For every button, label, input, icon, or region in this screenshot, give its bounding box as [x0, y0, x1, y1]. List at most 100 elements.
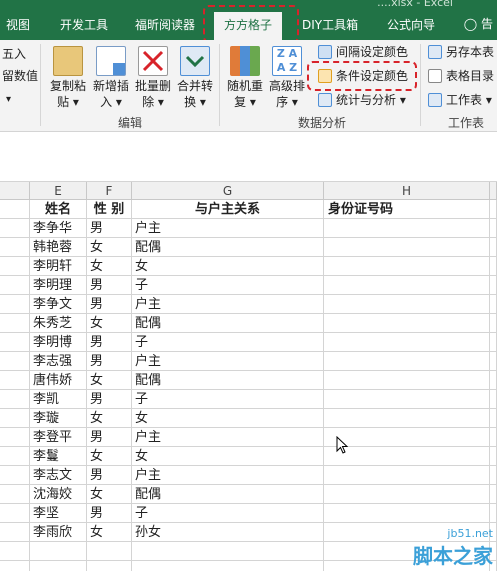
- empty-cell[interactable]: [30, 561, 87, 571]
- tab-diy-toolbox[interactable]: DIY工具箱: [302, 15, 358, 35]
- row-header[interactable]: [0, 333, 30, 352]
- row-header[interactable]: [0, 371, 30, 390]
- table-cell[interactable]: 韩艳蓉: [30, 238, 87, 257]
- empty-cell[interactable]: [490, 371, 497, 390]
- table-cell[interactable]: 朱秀芝: [30, 314, 87, 333]
- empty-cell[interactable]: [490, 238, 497, 257]
- table-cell[interactable]: 男: [87, 219, 132, 238]
- empty-cell[interactable]: [132, 542, 324, 561]
- empty-cell[interactable]: [490, 295, 497, 314]
- table-cell[interactable]: 女: [87, 447, 132, 466]
- empty-cell[interactable]: [490, 447, 497, 466]
- empty-cell[interactable]: [30, 542, 87, 561]
- table-cell[interactable]: 李鬘: [30, 447, 87, 466]
- table-cell[interactable]: 沈海姣: [30, 485, 87, 504]
- table-cell[interactable]: 女: [87, 257, 132, 276]
- empty-cell[interactable]: [324, 504, 490, 523]
- table-cell[interactable]: 女: [132, 257, 324, 276]
- table-cell[interactable]: 李明理: [30, 276, 87, 295]
- table-cell[interactable]: 男: [87, 428, 132, 447]
- empty-cell[interactable]: [324, 428, 490, 447]
- empty-cell[interactable]: [324, 352, 490, 371]
- empty-cell[interactable]: [324, 333, 490, 352]
- header-cell[interactable]: 身份证号码: [324, 200, 490, 219]
- table-cell[interactable]: 子: [132, 390, 324, 409]
- empty-cell[interactable]: [490, 276, 497, 295]
- merge-convert-button[interactable]: 合并转 换 ▾: [173, 42, 217, 112]
- keep-values-button[interactable]: 留数值: [0, 66, 38, 86]
- table-cell[interactable]: 子: [132, 333, 324, 352]
- empty-cell[interactable]: [324, 238, 490, 257]
- empty-cell[interactable]: [490, 200, 497, 219]
- table-cell[interactable]: 李争文: [30, 295, 87, 314]
- row-header[interactable]: [0, 257, 30, 276]
- empty-cell[interactable]: [324, 219, 490, 238]
- interval-color-button[interactable]: 间隔设定颜色: [316, 42, 408, 62]
- column-header-g[interactable]: G: [132, 182, 324, 200]
- table-cell[interactable]: 男: [87, 504, 132, 523]
- header-cell[interactable]: 性 别: [87, 200, 132, 219]
- empty-cell[interactable]: [324, 447, 490, 466]
- table-cell[interactable]: 李璇: [30, 409, 87, 428]
- empty-cell[interactable]: [324, 409, 490, 428]
- table-cell[interactable]: 女: [87, 238, 132, 257]
- table-cell[interactable]: 女: [87, 371, 132, 390]
- table-cell[interactable]: 男: [87, 276, 132, 295]
- empty-cell[interactable]: [490, 257, 497, 276]
- table-cell[interactable]: 李明轩: [30, 257, 87, 276]
- empty-cell[interactable]: [324, 485, 490, 504]
- row-header[interactable]: [0, 409, 30, 428]
- table-cell[interactable]: 户主: [132, 295, 324, 314]
- batch-delete-button[interactable]: 批量删 除 ▾: [131, 42, 175, 112]
- chevron-down-icon[interactable]: ▾: [0, 90, 11, 110]
- empty-cell[interactable]: [324, 276, 490, 295]
- table-cell[interactable]: 女: [87, 314, 132, 333]
- table-cell[interactable]: 女: [87, 523, 132, 542]
- column-header-f[interactable]: F: [87, 182, 132, 200]
- table-cell[interactable]: 李志强: [30, 352, 87, 371]
- row-header[interactable]: [0, 276, 30, 295]
- statistics-analysis-button[interactable]: 统计与分析 ▾: [316, 90, 406, 110]
- table-cell[interactable]: 李争华: [30, 219, 87, 238]
- table-cell[interactable]: 女: [87, 485, 132, 504]
- empty-cell[interactable]: [324, 390, 490, 409]
- row-header[interactable]: [0, 561, 30, 571]
- copy-paste-button[interactable]: 复制粘 贴 ▾: [46, 42, 90, 112]
- insert-button[interactable]: 新增插 入 ▾: [89, 42, 133, 112]
- row-header[interactable]: [0, 390, 30, 409]
- save-sheet-as-button[interactable]: 另存本表: [426, 42, 494, 62]
- table-cell[interactable]: 户主: [132, 428, 324, 447]
- row-header[interactable]: [0, 447, 30, 466]
- empty-cell[interactable]: [324, 295, 490, 314]
- column-header-h[interactable]: H: [324, 182, 490, 200]
- table-cell[interactable]: 男: [87, 295, 132, 314]
- empty-cell[interactable]: [490, 333, 497, 352]
- empty-cell[interactable]: [490, 504, 497, 523]
- spreadsheet-grid[interactable]: E F G H 姓名性 别与户主关系 身份证号码 李争华男户主 韩艳蓉女配偶 李明轩女女…: [0, 182, 497, 571]
- empty-cell[interactable]: [324, 466, 490, 485]
- header-cell[interactable]: 与户主关系: [132, 200, 324, 219]
- table-cell[interactable]: 男: [87, 352, 132, 371]
- column-header-partial[interactable]: [490, 182, 497, 200]
- row-header[interactable]: [0, 219, 30, 238]
- table-cell[interactable]: 李志文: [30, 466, 87, 485]
- table-cell[interactable]: 李坚: [30, 504, 87, 523]
- row-header[interactable]: [0, 542, 30, 561]
- table-cell[interactable]: 李登平: [30, 428, 87, 447]
- table-cell[interactable]: 李雨欣: [30, 523, 87, 542]
- table-of-contents-button[interactable]: 表格目录: [426, 66, 494, 86]
- table-cell[interactable]: 女: [132, 447, 324, 466]
- empty-cell[interactable]: [87, 542, 132, 561]
- empty-cell[interactable]: [490, 409, 497, 428]
- row-header[interactable]: [0, 485, 30, 504]
- table-cell[interactable]: 户主: [132, 352, 324, 371]
- tab-developer[interactable]: 开发工具: [60, 15, 108, 35]
- column-header-e[interactable]: E: [30, 182, 87, 200]
- empty-cell[interactable]: [490, 352, 497, 371]
- row-header[interactable]: [0, 295, 30, 314]
- table-cell[interactable]: 配偶: [132, 238, 324, 257]
- table-cell[interactable]: 户主: [132, 466, 324, 485]
- table-cell[interactable]: 李凯: [30, 390, 87, 409]
- row-header[interactable]: [0, 200, 30, 219]
- tell-me-box[interactable]: ◯ 告: [464, 15, 493, 32]
